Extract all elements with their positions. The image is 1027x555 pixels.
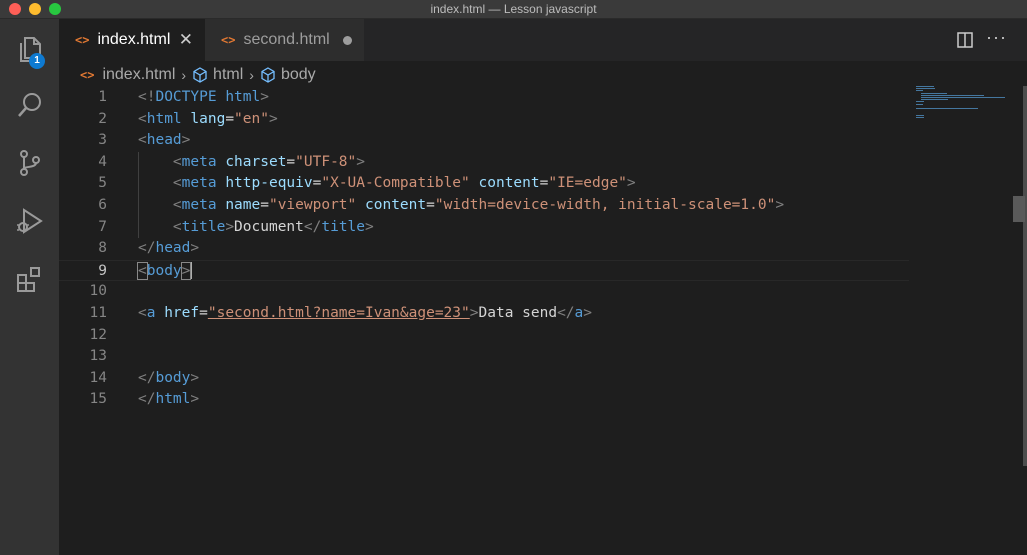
search-icon [18,93,41,117]
code-text[interactable]: <a href="second.html?name=Ivan&age=23">D… [138,303,592,325]
source-control-icon [20,150,40,176]
minimap-line [920,97,1005,98]
breadcrumb-item-body[interactable]: body [281,66,316,84]
text-cursor [190,262,193,280]
code-text[interactable]: </head> [138,238,199,260]
code-text[interactable]: <body> [137,261,193,283]
line-number: 1 [98,89,107,105]
line-number: 6 [98,197,107,213]
code-text[interactable]: </body> [138,368,199,390]
code-line[interactable]: 14 </body> [59,368,909,390]
code-text[interactable]: <meta http-equiv="X-UA-Compatible" conte… [138,173,636,195]
tab-label: index.html [97,31,171,48]
activity-explorer[interactable]: 1 [0,23,59,75]
code-line[interactable]: 8 </head> [59,238,909,260]
line-number: 2 [98,110,107,127]
minimap-line [916,116,925,118]
line-number: 5 [98,175,107,192]
code-line[interactable]: 11 <a href="second.html?name=Ivan&age=23"… [59,303,909,325]
code-line[interactable]: 12 [59,325,909,347]
minimap-line [920,92,948,94]
minimap-line [916,86,934,87]
line-number: 3 [98,132,107,149]
code-text[interactable]: <meta name="viewport" content="width=dev… [138,195,784,217]
code-text[interactable]: <title>Document</title> [138,217,374,239]
minimap-line [916,88,936,90]
activity-extensions[interactable] [0,253,59,305]
minimap-line [916,90,924,92]
breadcrumb: <> index.html › html › body [80,64,316,86]
tab-label: second.html [243,31,330,48]
code-line[interactable]: 3 <head> [59,130,909,152]
more-actions-icon[interactable]: ··· [986,27,1007,48]
minimap-line [920,99,949,101]
html-file-icon: <> [75,33,90,47]
code-line[interactable]: 9 <body> [59,259,909,283]
code-editor[interactable]: 1 <!DOCTYPE html> 2 <html lang="en"> 3 <head>… [59,87,909,555]
minimap-line [916,114,925,116]
line-number: 8 [98,240,107,257]
extensions-icon [17,267,40,292]
element-cube-icon [261,67,275,83]
code-text[interactable]: <!DOCTYPE html> [138,87,269,109]
overview-ruler [1023,86,1027,466]
tab-index-html[interactable]: <> index.html ✕ [59,19,205,61]
code-line[interactable]: 6 <meta name="viewport" content="width=d… [59,195,909,217]
line-number: 15 [89,391,107,408]
scrollbar-thumb[interactable] [1013,196,1025,222]
breadcrumb-file[interactable]: index.html [102,66,175,84]
code-line[interactable]: 15 </html> [59,389,909,411]
unsaved-dot-icon[interactable] [343,36,352,45]
debug-icon [17,208,43,234]
activity-source-control[interactable] [0,137,59,189]
code-line[interactable]: 13 [59,346,909,368]
line-number: 12 [89,326,107,343]
code-line[interactable]: 5 <meta http-equiv="X-UA-Compatible" con… [59,173,909,195]
code-text[interactable]: </html> [138,389,199,411]
title-bar: index.html — Lesson javascript [0,0,1027,19]
code-line[interactable]: 4 <meta charset="UTF-8"> [59,152,909,174]
code-line[interactable]: 1 <!DOCTYPE html> [59,87,909,109]
line-number: 14 [89,369,107,386]
tabs-bar: <> index.html ✕ <> second.html ··· [59,19,1027,61]
line-number: 4 [98,153,107,170]
code-line[interactable]: 2 <html lang="en"> [59,109,909,131]
breadcrumb-separator: › [249,67,254,83]
minimap-line [916,101,925,103]
activity-bar: 1 [0,19,59,555]
minimap-line [916,108,979,109]
code-line[interactable]: 7 <title>Document</title> [59,217,909,239]
line-number: 13 [89,348,107,365]
close-icon[interactable]: ✕ [179,30,193,50]
line-number: 11 [89,305,107,321]
element-cube-icon [193,67,207,83]
code-text[interactable]: <head> [138,130,190,152]
line-number: 9 [98,262,107,279]
html-file-icon: <> [221,33,236,47]
line-number: 7 [98,218,107,235]
window-title: index.html — Lesson javascript [430,2,597,16]
minimap-line [916,103,924,105]
breadcrumb-separator: › [181,67,187,83]
split-editor-icon[interactable] [957,32,973,48]
minimap-line [920,94,985,96]
explorer-badge: 1 [29,53,45,69]
activity-debug[interactable] [0,195,59,247]
code-line[interactable]: 10 [59,281,909,303]
activity-search[interactable] [0,79,59,131]
html-file-icon: <> [80,68,95,82]
code-text[interactable]: <meta charset="UTF-8"> [138,152,365,174]
code-text[interactable]: <html lang="en"> [138,109,278,131]
minimap[interactable] [912,86,1010,126]
tab-second-html[interactable]: <> second.html [205,19,364,61]
indent-guide [138,151,139,239]
line-number: 10 [89,283,107,300]
breadcrumb-item-html[interactable]: html [213,66,243,84]
